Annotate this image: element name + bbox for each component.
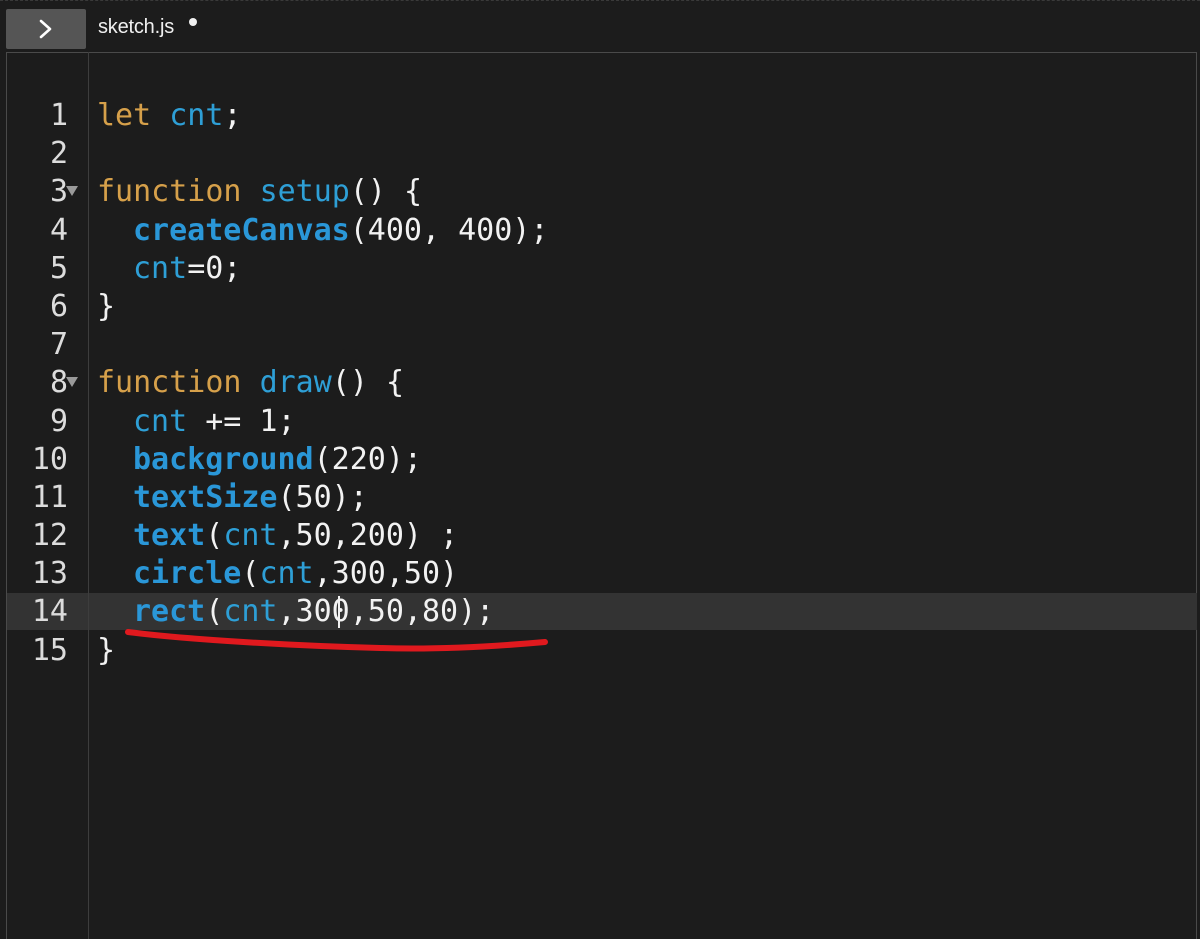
line-number: 8 — [0, 364, 78, 402]
variable: cnt — [223, 594, 278, 630]
file-tab-bar: sketch.js — [0, 0, 1200, 52]
code-line-4[interactable]: createCanvas(400, 400); — [97, 212, 548, 250]
expression: += 1; — [187, 403, 296, 439]
line-number: 7 — [49, 327, 68, 363]
code-line-12[interactable]: text(cnt,50,200) ; — [97, 517, 548, 555]
arguments: (220); — [313, 441, 422, 477]
variable: cnt — [133, 403, 188, 439]
punctuation: ; — [223, 98, 242, 133]
code-editor-window: sketch.js 1 2 3 4 5 6 7 8 9 10 11 12 13 … — [0, 0, 1200, 939]
line-number: 1 — [49, 98, 68, 133]
code-line-6[interactable]: } — [97, 288, 548, 326]
function-name: draw — [259, 365, 332, 401]
arguments: ,50,200) ; — [277, 518, 459, 554]
p5-function: rect — [133, 594, 206, 630]
function-name: setup — [259, 174, 350, 210]
code-line-15[interactable]: } — [97, 632, 548, 670]
variable: cnt — [133, 250, 188, 286]
code-line-13[interactable]: circle(cnt,300,50) — [97, 555, 548, 593]
punctuation: } — [97, 288, 116, 324]
line-number: 2 — [49, 136, 68, 172]
arguments: ,300,50,80); — [277, 594, 495, 630]
p5-function: background — [133, 441, 314, 477]
line-number: 15 — [31, 632, 68, 668]
line-number: 3 — [0, 173, 78, 211]
expand-sidebar-button[interactable] — [6, 9, 86, 49]
code-line-7[interactable] — [97, 326, 548, 364]
keyword: let — [97, 98, 152, 133]
p5-function: textSize — [133, 479, 278, 515]
line-number: 13 — [31, 556, 68, 592]
arguments: ,300,50) — [313, 556, 459, 592]
code-line-8[interactable]: function draw() { — [97, 364, 548, 402]
line-number: 9 — [49, 403, 68, 439]
line-number: 6 — [49, 288, 68, 324]
fold-toggle-icon[interactable] — [66, 186, 78, 197]
line-number: 14 — [31, 594, 68, 630]
punctuation: =0; — [187, 250, 242, 286]
code-line-2[interactable] — [97, 135, 548, 173]
p5-function: circle — [133, 556, 242, 592]
keyword: function — [97, 365, 242, 401]
p5-function: createCanvas — [133, 212, 350, 248]
arguments: (400, 400); — [349, 212, 549, 248]
p5-function: text — [133, 518, 206, 554]
variable: cnt — [169, 98, 224, 133]
line-number: 12 — [31, 518, 68, 554]
gutter-divider — [88, 52, 89, 939]
variable: cnt — [259, 556, 314, 592]
code-line-14[interactable]: rect(cnt,300,50,80); — [97, 593, 548, 631]
line-number: 10 — [31, 441, 68, 477]
arguments: (50); — [277, 479, 368, 515]
line-number: 4 — [49, 212, 68, 248]
chevron-right-icon — [39, 19, 52, 39]
file-tab-name[interactable]: sketch.js — [98, 16, 174, 39]
text-cursor — [338, 596, 340, 628]
code-line-3[interactable]: function setup() { — [97, 173, 548, 211]
punctuation: } — [97, 632, 116, 668]
code-line-11[interactable]: textSize(50); — [97, 479, 548, 517]
code-line-9[interactable]: cnt += 1; — [97, 403, 548, 441]
punctuation: () { — [331, 365, 405, 401]
code-content[interactable]: let cnt; function setup() { createCanvas… — [97, 97, 548, 670]
code-line-1[interactable]: let cnt; — [97, 97, 548, 135]
punctuation: () { — [349, 174, 423, 210]
line-number-gutter: 1 2 3 4 5 6 7 8 9 10 11 12 13 14 15 — [0, 97, 78, 670]
line-number: 11 — [31, 479, 68, 515]
unsaved-indicator-icon — [189, 18, 197, 26]
line-number: 5 — [49, 250, 68, 286]
variable: cnt — [223, 518, 278, 554]
fold-toggle-icon[interactable] — [66, 377, 78, 388]
keyword: function — [97, 174, 242, 210]
code-line-10[interactable]: background(220); — [97, 441, 548, 479]
code-line-5[interactable]: cnt=0; — [97, 250, 548, 288]
